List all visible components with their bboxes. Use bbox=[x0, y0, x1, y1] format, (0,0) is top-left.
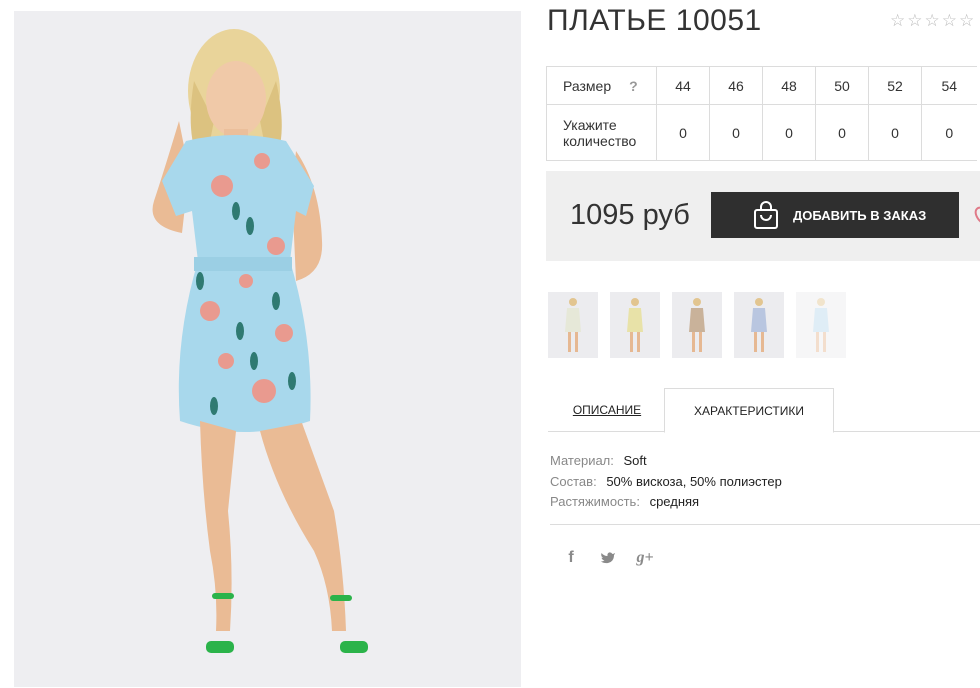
price: 1095 руб bbox=[570, 199, 690, 231]
thumbnail-strip bbox=[548, 292, 846, 358]
quantity-label-cell: Укажите количество bbox=[546, 104, 657, 161]
thumbnail-1[interactable] bbox=[548, 292, 598, 358]
quantity-label-line2: количество bbox=[563, 132, 637, 149]
property-row: Состав: 50% вискоза, 50% полиэстер bbox=[550, 472, 782, 493]
facebook-icon[interactable]: f bbox=[562, 549, 580, 567]
thumbnail-3[interactable] bbox=[672, 292, 722, 358]
add-to-order-button[interactable]: ДОБАВИТЬ В ЗАКАЗ bbox=[711, 192, 959, 238]
star-icon[interactable]: ☆ bbox=[890, 12, 905, 29]
star-icon[interactable]: ☆ bbox=[907, 12, 922, 29]
size-52: 52 bbox=[868, 66, 922, 105]
tab-bar: ОПИСАНИЕ ХАРАКТЕРИСТИКИ bbox=[548, 388, 980, 433]
google-plus-icon[interactable]: g+ bbox=[636, 549, 654, 567]
tab-characteristics[interactable]: ХАРАКТЕРИСТИКИ bbox=[664, 388, 834, 433]
heart-icon[interactable] bbox=[971, 202, 980, 228]
quantity-input-46[interactable]: 0 bbox=[709, 104, 763, 161]
quantity-input-48[interactable]: 0 bbox=[762, 104, 816, 161]
property-key: Растяжимость: bbox=[550, 494, 640, 509]
property-key: Состав: bbox=[550, 473, 597, 489]
star-icon[interactable]: ☆ bbox=[942, 12, 957, 29]
property-value: Soft bbox=[623, 453, 647, 468]
thumbnail-image bbox=[796, 292, 846, 358]
property-value: 50% вискоза, 50% полиэстер bbox=[606, 473, 782, 489]
quantity-row: Укажите количество 0 0 0 0 0 0 bbox=[546, 104, 977, 161]
main-product-photo[interactable] bbox=[14, 11, 521, 687]
quantity-label-line1: Укажите bbox=[563, 116, 617, 133]
tab-description[interactable]: ОПИСАНИЕ bbox=[548, 388, 666, 432]
size-label: Размер bbox=[563, 77, 612, 94]
thumbnail-image bbox=[548, 292, 598, 358]
shopping-bag-icon bbox=[754, 201, 778, 229]
property-key: Материал: bbox=[550, 453, 614, 468]
size-label-cell: Размер? bbox=[546, 66, 657, 105]
price-box: 1095 руб ДОБАВИТЬ В ЗАКАЗ bbox=[546, 171, 980, 261]
property-value: средняя bbox=[649, 494, 700, 509]
star-rating[interactable]: ☆ ☆ ☆ ☆ ☆ bbox=[890, 12, 974, 29]
property-row: Растяжимость: средняя bbox=[550, 492, 782, 513]
star-icon[interactable]: ☆ bbox=[925, 12, 940, 29]
thumbnail-5[interactable] bbox=[796, 292, 846, 358]
product-title: ПЛАТЬЕ 10051 bbox=[547, 4, 762, 37]
size-48: 48 bbox=[762, 66, 816, 105]
size-50: 50 bbox=[815, 66, 869, 105]
size-54: 54 bbox=[921, 66, 977, 105]
model-photo-illustration bbox=[14, 11, 521, 687]
size-row: Размер? 44 46 48 50 52 54 bbox=[546, 66, 977, 105]
property-row: Материал: Soft bbox=[550, 451, 782, 472]
size-46: 46 bbox=[709, 66, 763, 105]
thumbnail-image bbox=[734, 292, 784, 358]
characteristics-list: Материал: Soft Состав: 50% вискоза, 50% … bbox=[550, 451, 782, 513]
add-to-order-label: ДОБАВИТЬ В ЗАКАЗ bbox=[793, 207, 927, 223]
thumbnail-image bbox=[610, 292, 660, 358]
divider bbox=[550, 524, 980, 525]
thumbnail-image bbox=[672, 292, 722, 358]
quantity-input-54[interactable]: 0 bbox=[921, 104, 977, 161]
quantity-input-50[interactable]: 0 bbox=[815, 104, 869, 161]
thumbnail-4[interactable] bbox=[734, 292, 784, 358]
size-quantity-table: Размер? 44 46 48 50 52 54 Укажите количе… bbox=[546, 66, 977, 161]
star-icon[interactable]: ☆ bbox=[959, 12, 974, 29]
social-share: f g+ bbox=[562, 549, 654, 567]
quantity-input-52[interactable]: 0 bbox=[868, 104, 922, 161]
twitter-icon[interactable] bbox=[600, 551, 616, 565]
size-44: 44 bbox=[656, 66, 710, 105]
quantity-input-44[interactable]: 0 bbox=[656, 104, 710, 161]
size-help-icon[interactable]: ? bbox=[629, 78, 638, 94]
thumbnail-2[interactable] bbox=[610, 292, 660, 358]
